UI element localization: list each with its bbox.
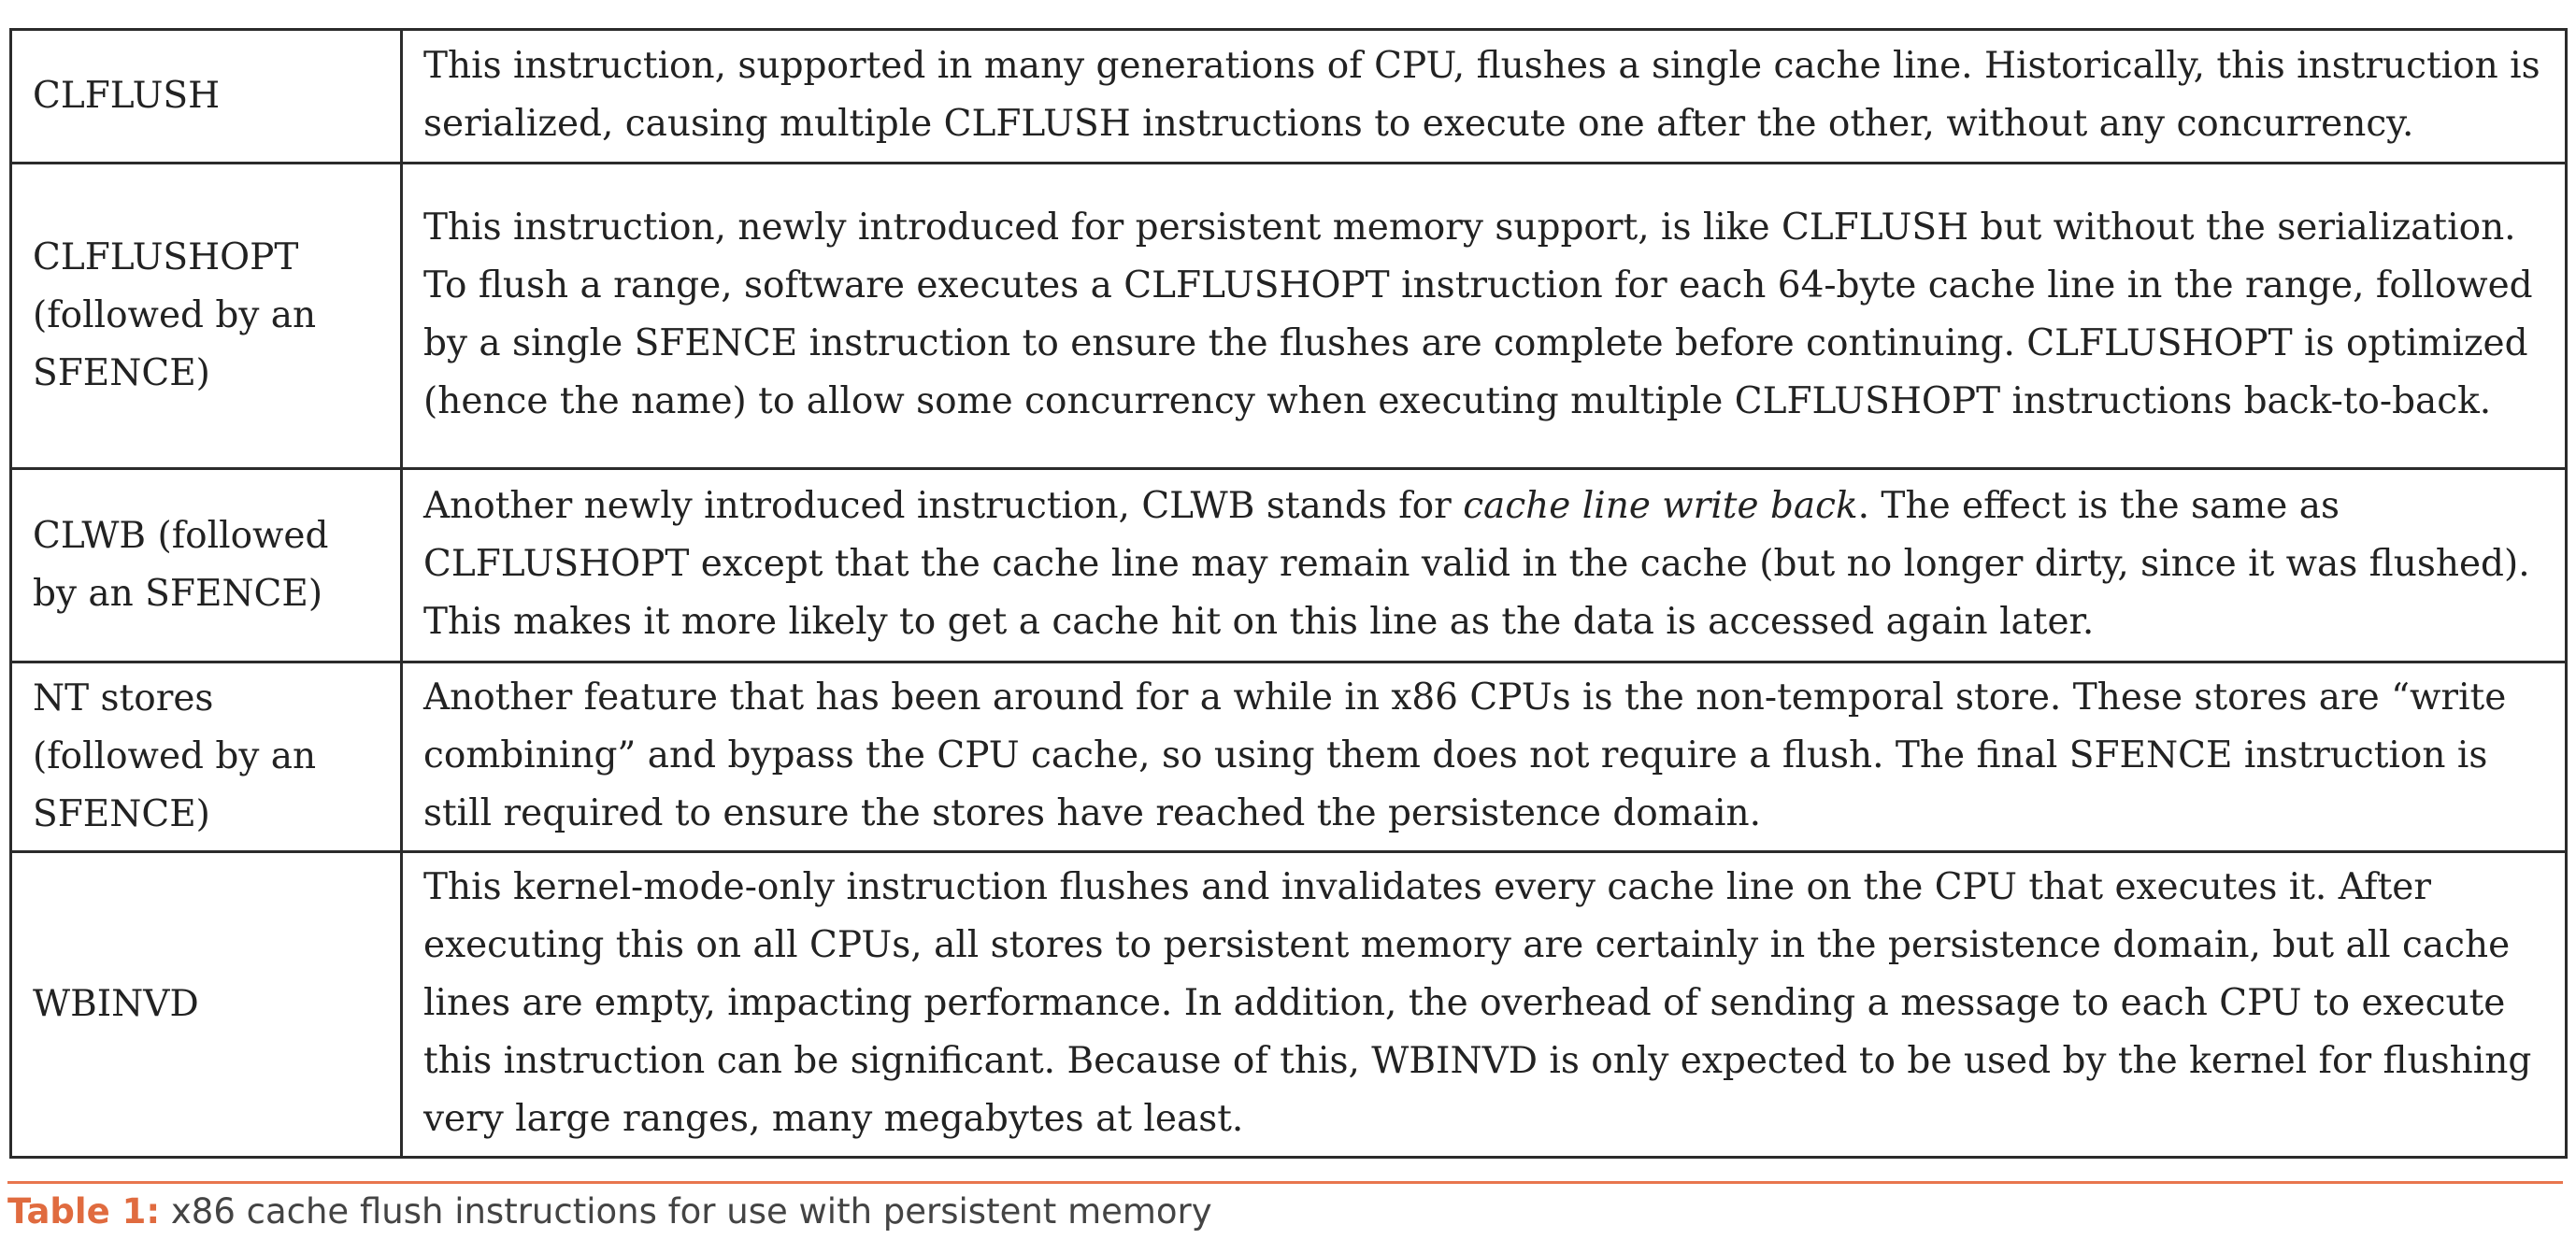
instruction-description-cell: This kernel-mode-only instruction flushe…: [400, 850, 2568, 1159]
description-emphasis: cache line write back: [1463, 485, 1858, 527]
caption-divider: [7, 1181, 2563, 1184]
instruction-name-cell: CLFLUSH: [9, 28, 403, 164]
table-row: NT stores (followed by an SFENCE) Anothe…: [9, 661, 2568, 853]
instruction-description-cell: Another feature that has been around for…: [400, 661, 2568, 853]
instruction-description-cell: This instruction, supported in many gene…: [400, 28, 2568, 164]
caption-label: Table 1:: [7, 1191, 161, 1232]
table-row: CLFLUSHOPT (followed by an SFENCE) This …: [9, 162, 2568, 470]
table-row: CLWB (followed by an SFENCE) Another new…: [9, 467, 2568, 663]
description-text: Another newly introduced instruction, CL…: [423, 485, 1464, 527]
table-row: WBINVD This kernel-mode-only instruction…: [9, 850, 2568, 1159]
instruction-name-cell: NT stores (followed by an SFENCE): [9, 661, 403, 853]
instruction-name-cell: WBINVD: [9, 850, 403, 1159]
instruction-table-container: CLFLUSH This instruction, supported in m…: [9, 28, 2568, 1159]
caption-text: x86 cache flush instructions for use wit…: [160, 1191, 1212, 1232]
table-caption: Table 1: x86 cache flush instructions fo…: [7, 1189, 1212, 1235]
instruction-name-cell: CLFLUSHOPT (followed by an SFENCE): [9, 162, 403, 470]
instruction-description-cell: This instruction, newly introduced for p…: [400, 162, 2568, 470]
table-row: CLFLUSH This instruction, supported in m…: [9, 28, 2568, 164]
instruction-description-cell: Another newly introduced instruction, CL…: [400, 467, 2568, 663]
cache-flush-instructions-table: CLFLUSH This instruction, supported in m…: [9, 28, 2568, 1159]
instruction-name-cell: CLWB (followed by an SFENCE): [9, 467, 403, 663]
